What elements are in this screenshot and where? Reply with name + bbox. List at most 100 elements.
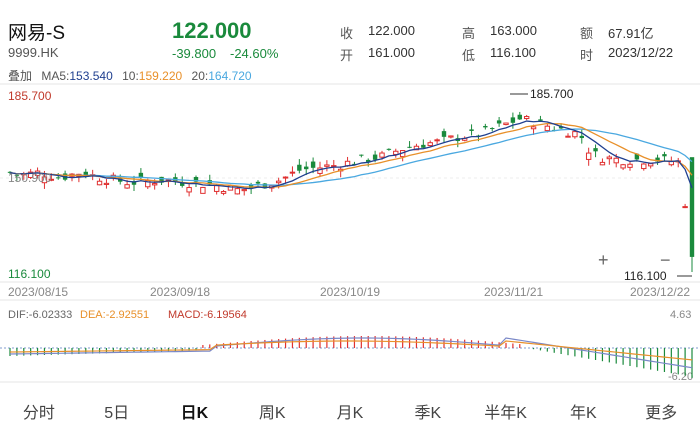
- high-label: 高: [462, 26, 476, 41]
- candle-body: [647, 163, 654, 167]
- candle-body: [490, 128, 495, 130]
- candle-body: [620, 164, 626, 169]
- candle-body: [96, 180, 103, 186]
- candle-body: [386, 148, 392, 150]
- amount-label: 额: [580, 26, 594, 41]
- candle-body: [359, 154, 364, 156]
- tab-halfyear-k[interactable]: 半年K: [467, 398, 545, 430]
- date-label: 2023/10/19: [320, 285, 380, 299]
- candle-body: [103, 182, 110, 185]
- time-value: 2023/12/22: [608, 45, 674, 60]
- candle-body: [606, 156, 613, 160]
- open-label: 开: [340, 48, 354, 63]
- tab-yearly-k[interactable]: 年K: [544, 398, 622, 430]
- macd-label: MACD:-6.19564: [168, 309, 247, 321]
- candle-body: [297, 164, 302, 171]
- candlesticks: [7, 111, 695, 272]
- candle-body: [310, 161, 316, 168]
- candle-body: [427, 142, 433, 147]
- low-value: 116.100: [490, 45, 537, 60]
- period-tabs: 分时 5日 日K 周K 月K 季K 半年K 年K 更多: [0, 398, 700, 430]
- dif-label: DIF:-6.02333: [8, 309, 72, 321]
- ma5-label: MA5:: [41, 69, 70, 83]
- stock-code: 9999.HK: [8, 45, 59, 60]
- candle-body: [407, 146, 412, 148]
- candle-body: [689, 157, 695, 257]
- zoom-in-button[interactable]: +: [598, 250, 609, 270]
- overlay-toggle[interactable]: 叠加: [8, 69, 32, 83]
- date-label: 2023/09/18: [150, 285, 210, 299]
- candle-body: [220, 191, 227, 194]
- candle-body: [523, 116, 530, 120]
- candle-body: [483, 125, 488, 128]
- low-label: 低: [462, 48, 476, 63]
- close-value: 122.000: [368, 23, 415, 38]
- candle-body: [421, 144, 426, 148]
- candle-body: [441, 131, 447, 137]
- price-axis-top: 185.700: [8, 89, 52, 103]
- dea-line: [9, 340, 693, 361]
- stock-price: 122.000: [172, 18, 252, 43]
- candle-body: [496, 120, 502, 124]
- candle-body: [627, 163, 633, 168]
- candle-body: [613, 157, 619, 164]
- candle-body: [324, 164, 330, 167]
- ma5-value: 153.540: [69, 69, 113, 83]
- chart-area[interactable]: 185.700 150.900 116.100 185.700 116.100 …: [0, 82, 700, 392]
- price-change: -39.800: [172, 46, 217, 61]
- date-label: 2023/12/22: [630, 285, 690, 299]
- candle-body: [56, 177, 61, 179]
- dif-line: [9, 337, 693, 369]
- candle-body: [151, 183, 158, 186]
- candle-body: [275, 180, 282, 184]
- tab-quarterly-k[interactable]: 季K: [389, 398, 467, 430]
- candle-body: [469, 129, 474, 131]
- candle-body: [503, 122, 509, 126]
- date-label: 2023/11/21: [484, 285, 543, 299]
- tab-5day[interactable]: 5日: [78, 398, 156, 430]
- tab-weekly-k[interactable]: 周K: [233, 398, 311, 430]
- candle-body: [124, 184, 130, 189]
- candle-body: [186, 187, 192, 193]
- candle-body: [241, 189, 247, 192]
- candle-body: [579, 135, 584, 139]
- candle-body: [289, 171, 296, 174]
- ma20-label: 20:: [191, 69, 209, 83]
- candle-body: [331, 165, 337, 168]
- macd-histogram: [9, 336, 693, 378]
- candle-body: [599, 161, 606, 166]
- candle-body: [304, 166, 309, 170]
- candle-body: [282, 176, 289, 179]
- close-label: 收: [340, 26, 354, 41]
- candle-body: [213, 185, 220, 192]
- zoom-out-button[interactable]: −: [660, 250, 671, 270]
- price-change-pct: -24.60%: [230, 46, 279, 61]
- candle-body: [593, 148, 598, 152]
- kline-chart[interactable]: 185.700 150.900 116.100 185.700 116.100 …: [0, 82, 700, 392]
- ma10-label: 10:: [122, 69, 139, 83]
- candle-body: [234, 188, 241, 195]
- price-axis-bottom: 116.100: [8, 267, 51, 281]
- candle-body: [448, 135, 454, 138]
- macd-axis-top: 4.63: [670, 309, 691, 321]
- candle-body: [538, 119, 543, 121]
- tab-more[interactable]: 更多: [622, 398, 700, 430]
- candle-body: [641, 163, 647, 170]
- date-label: 2023/08/15: [8, 285, 68, 299]
- tab-monthly-k[interactable]: 月K: [311, 398, 389, 430]
- ma20-value: 164.720: [208, 69, 252, 83]
- stock-header: 网易-S 9999.HK 122.000 -39.800 -24.60% 收 1…: [0, 0, 700, 64]
- high-value: 163.000: [490, 23, 537, 38]
- amount-value: 67.91亿: [608, 26, 654, 41]
- candle-body: [255, 181, 261, 184]
- tab-intraday[interactable]: 分时: [0, 398, 78, 430]
- ma10-value: 159.220: [138, 69, 183, 83]
- candle-body: [662, 154, 667, 157]
- candle-body: [565, 135, 571, 138]
- time-label: 时: [580, 48, 594, 63]
- max-marker-label: 185.700: [530, 87, 574, 101]
- tab-daily-k[interactable]: 日K: [156, 398, 234, 430]
- candle-body: [379, 152, 385, 158]
- stock-name: 网易-S: [8, 23, 66, 44]
- candle-body: [510, 117, 516, 123]
